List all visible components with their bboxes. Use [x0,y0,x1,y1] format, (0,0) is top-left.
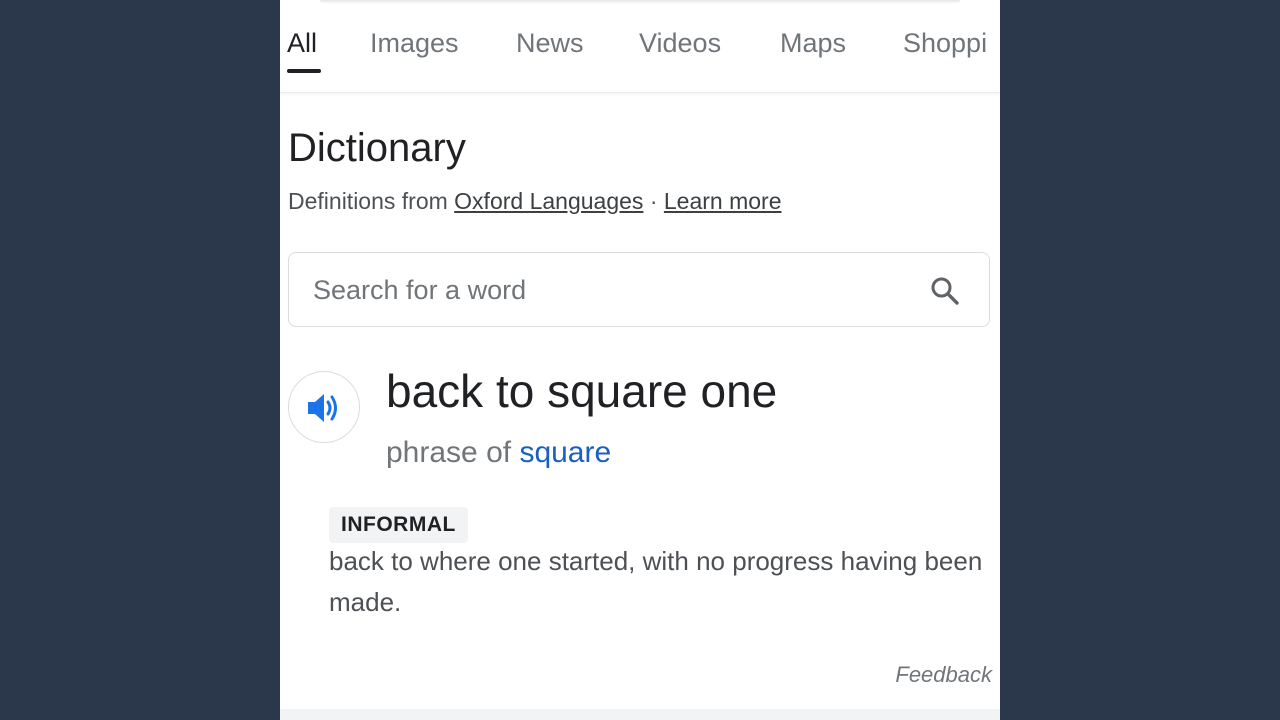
feedback-link[interactable]: Feedback [895,662,992,688]
register-label: INFORMAL [329,507,468,543]
tab-images[interactable]: Images [370,28,459,59]
dictionary-source: Definitions from Oxford Languages · Lear… [288,188,782,215]
speaker-icon [308,394,337,422]
square-link[interactable]: square [519,436,611,469]
search-tabs: All Images News Videos Maps Shoppi [280,0,1000,93]
pronunciation-button[interactable] [288,371,360,443]
section-divider [280,709,1000,720]
headword: back to square one [386,365,778,417]
learn-more-link[interactable]: Learn more [664,188,782,214]
tab-all[interactable]: All [287,28,317,59]
phrase-of-line: phrase of square [386,436,611,470]
word-search-box [288,252,990,327]
tab-videos[interactable]: Videos [639,28,721,59]
word-search-input[interactable] [313,271,893,309]
search-results-page: All Images News Videos Maps Shoppi Dicti… [280,0,1000,720]
active-tab-indicator [287,69,321,73]
tab-shopping[interactable]: Shoppi [903,28,987,59]
phrase-prefix: phrase of [386,436,512,469]
dictionary-title: Dictionary [288,126,466,170]
oxford-languages-link[interactable]: Oxford Languages [454,188,643,214]
tab-news[interactable]: News [516,28,584,59]
source-separator: · [649,188,658,214]
definition-text: back to where one started, with no progr… [329,546,983,617]
source-prefix: Definitions from [288,188,448,214]
search-icon[interactable] [929,275,961,307]
tab-maps[interactable]: Maps [780,28,846,59]
